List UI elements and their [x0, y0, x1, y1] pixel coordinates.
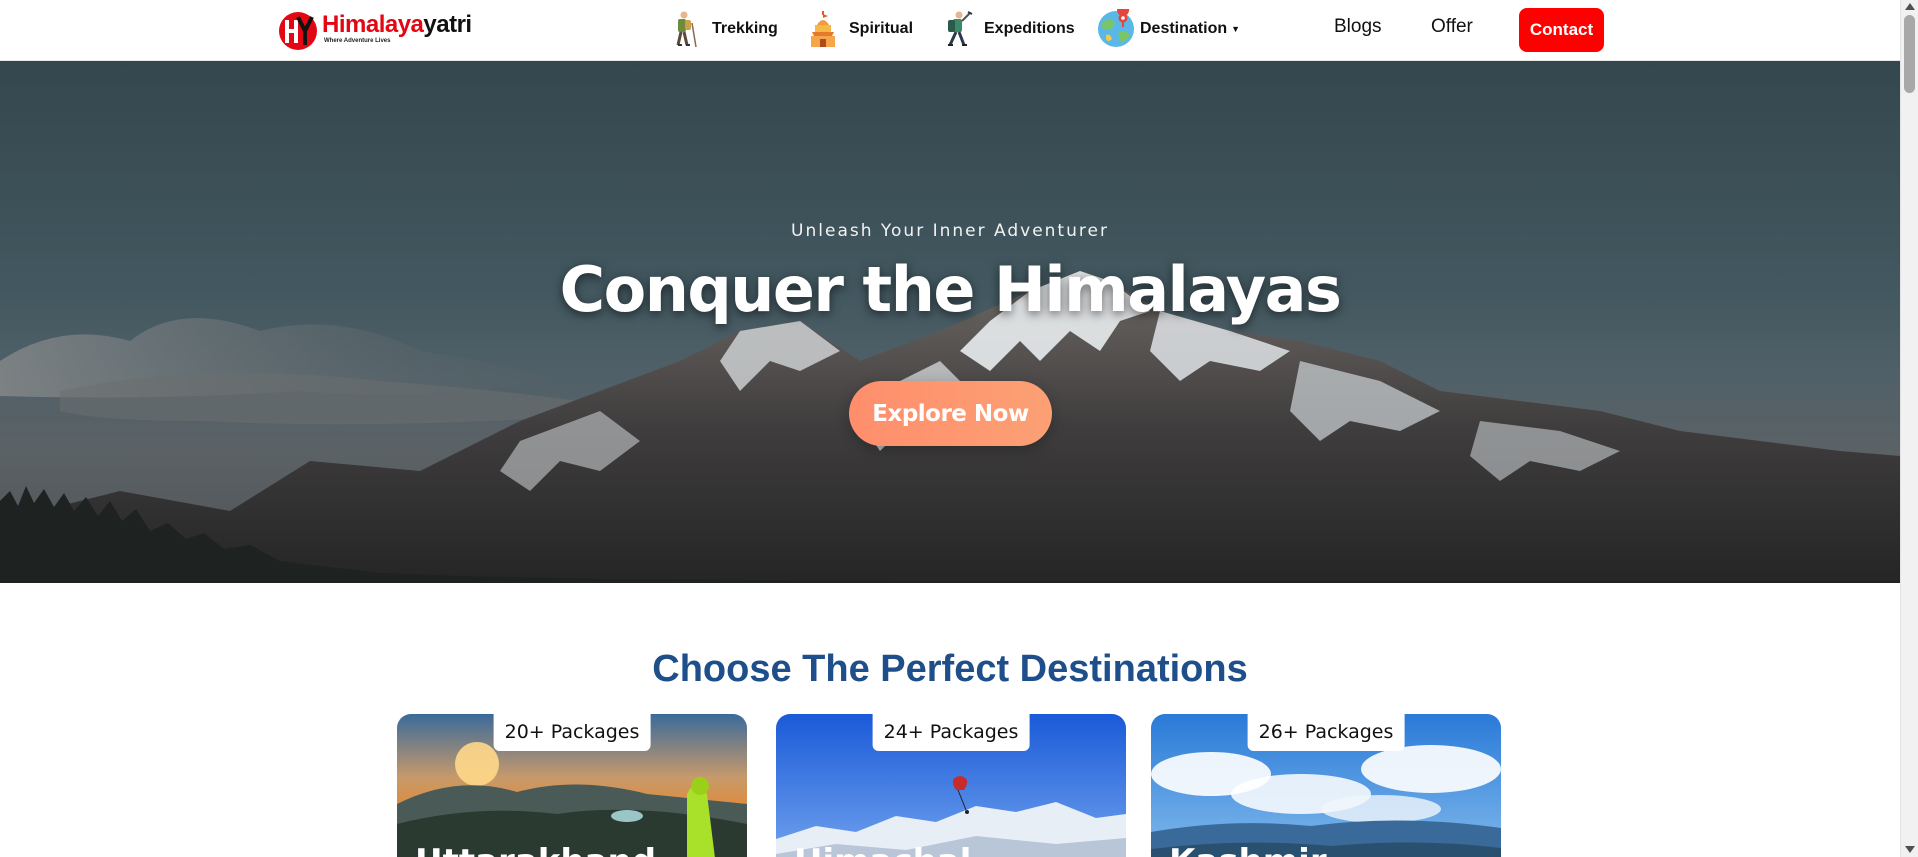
globe-pin-icon	[1096, 4, 1136, 49]
scrollbar-thumb[interactable]	[1904, 15, 1915, 93]
brand-name-part1: Himalaya	[322, 10, 424, 38]
nav-label-trekking: Trekking	[712, 20, 778, 37]
hero-banner: Unleash Your Inner Adventurer Conquer th…	[0, 61, 1900, 583]
brand-logo[interactable]: Himalayayatri Where Adventure Lives	[278, 3, 472, 53]
chevron-down-icon: ▼	[1231, 24, 1241, 34]
nav-link-blogs[interactable]: Blogs	[1334, 16, 1382, 38]
card-title: Himachal	[794, 842, 971, 857]
destinations-heading: Choose The Perfect Destinations	[652, 648, 1248, 690]
page: Himalayayatri Where Adventure Lives Trek…	[0, 0, 1918, 857]
temple-icon	[805, 9, 841, 49]
vertical-scrollbar[interactable]	[1900, 0, 1918, 857]
scroll-down-arrow-icon[interactable]	[1905, 846, 1915, 853]
hero-subtitle: Unleash Your Inner Adventurer	[791, 221, 1109, 241]
nav-item-expeditions[interactable]: Expeditions	[940, 8, 1075, 50]
card-title: Uttarakhand	[415, 842, 656, 857]
nav-item-spiritual[interactable]: Spiritual	[805, 8, 913, 50]
explore-now-button[interactable]: Explore Now	[849, 381, 1052, 446]
destination-card-himachal[interactable]: 24+ Packages Himachal	[776, 714, 1126, 857]
destination-card-uttarakhand[interactable]: 20+ Packages Uttarakhand	[397, 714, 747, 857]
package-count-badge: 20+ Packages	[493, 714, 651, 751]
navbar: Himalayayatri Where Adventure Lives Trek…	[0, 0, 1900, 61]
nav-label-destination: Destination	[1140, 20, 1228, 37]
climber-icon	[940, 9, 976, 49]
destination-card-kashmir[interactable]: 26+ Packages Kashmir	[1151, 714, 1501, 857]
package-count-badge: 26+ Packages	[1247, 714, 1405, 751]
nav-label-spiritual: Spiritual	[849, 20, 914, 37]
nav-link-offer[interactable]: Offer	[1431, 16, 1473, 38]
scroll-up-arrow-icon[interactable]	[1905, 3, 1915, 10]
nav-item-destination[interactable]: Destination ▼	[1096, 4, 1241, 50]
hero-title: Conquer the Himalayas	[559, 253, 1342, 326]
contact-button[interactable]: Contact	[1519, 8, 1604, 52]
nav-label-expeditions: Expeditions	[984, 20, 1075, 37]
nav-item-trekking[interactable]: Trekking	[668, 8, 778, 50]
package-count-badge: 24+ Packages	[872, 714, 1030, 751]
card-title: Kashmir	[1169, 842, 1327, 857]
hiker-icon	[668, 9, 704, 49]
brand-tagline: Where Adventure Lives	[324, 37, 391, 44]
logo-mark-icon	[278, 7, 320, 50]
brand-name-part2: yatri	[423, 10, 472, 38]
